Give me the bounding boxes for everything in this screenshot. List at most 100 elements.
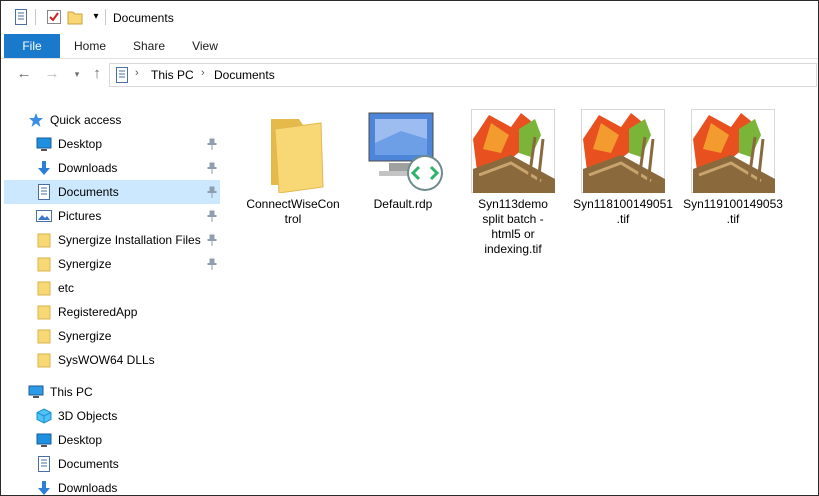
file-name: Syn113demo split batch - html5 or indexi… xyxy=(461,197,565,257)
tab-file[interactable]: File xyxy=(4,34,60,58)
nav-label: This PC xyxy=(50,385,93,399)
sidebar-item-label: SysWOW64 DLLs xyxy=(58,353,155,367)
file-name: Syn118100149051 .tif xyxy=(571,197,675,227)
sidebar-item-label: Synergize Installation Files xyxy=(58,233,201,247)
toolbar-separator xyxy=(35,9,36,25)
file-name-line: .tif xyxy=(726,212,740,226)
tab-view[interactable]: View xyxy=(179,34,231,58)
sidebar-item-label: Synergize xyxy=(58,257,112,271)
sidebar-item-desktop[interactable]: Desktop xyxy=(4,132,220,156)
sidebar-item-pictures[interactable]: Pictures xyxy=(4,204,220,228)
file-name-line: indexing.tif xyxy=(484,242,542,256)
breadcrumb-chevron-icon[interactable]: › xyxy=(135,67,139,79)
file-list-view: ConnectWiseCon trol Default.rdp Syn113de… xyxy=(224,101,818,495)
file-name: Default.rdp xyxy=(351,197,455,212)
file-explorer-window: ▾ Documents File Home Share View ← → ▾ ↑… xyxy=(0,0,819,496)
sidebar-item-downloads[interactable]: Downloads xyxy=(4,156,220,180)
pin-icon[interactable] xyxy=(207,138,217,150)
sidebar-item-synergize[interactable]: Synergize xyxy=(4,252,220,276)
sidebar-item-syswow64-dlls[interactable]: SysWOW64 DLLs xyxy=(4,348,220,372)
desktop-icon xyxy=(36,432,52,448)
pin-icon[interactable] xyxy=(207,258,217,270)
tab-share[interactable]: Share xyxy=(123,34,175,58)
nav-this-pc[interactable]: This PC xyxy=(4,380,220,404)
back-arrow-icon[interactable]: ← xyxy=(16,66,32,82)
up-arrow-icon[interactable]: ↑ xyxy=(89,66,105,82)
file-name-line: html5 or xyxy=(491,227,535,241)
file-name-line: Syn118100149051 xyxy=(573,197,673,211)
file-name: Syn119100149053 .tif xyxy=(681,197,785,227)
tab-home[interactable]: Home xyxy=(64,34,116,58)
forward-arrow-icon[interactable]: → xyxy=(44,66,60,82)
folder-icon xyxy=(36,352,52,368)
sidebar-item-label: Downloads xyxy=(58,161,118,175)
sidebar-item-documents[interactable]: Documents xyxy=(4,452,220,476)
title-bar: ▾ Documents xyxy=(1,1,818,34)
sidebar-item-label: Desktop xyxy=(58,137,103,151)
sidebar-item-label: RegisteredApp xyxy=(58,305,138,319)
breadcrumb-chevron-icon[interactable]: › xyxy=(201,67,205,79)
sidebar-item-etc[interactable]: etc xyxy=(4,276,220,300)
file-name-line: Syn113demo xyxy=(478,197,548,211)
remote-desktop-icon xyxy=(361,109,445,193)
sidebar-item-label: Documents xyxy=(58,185,119,199)
desktop-icon xyxy=(36,136,52,152)
folder-icon xyxy=(36,304,52,320)
nav-label: Quick access xyxy=(50,113,122,127)
folder-icon xyxy=(36,232,52,248)
sidebar-item-desktop[interactable]: Desktop xyxy=(4,428,220,452)
folder-icon xyxy=(36,256,52,272)
pin-icon[interactable] xyxy=(207,234,217,246)
customize-dropdown-icon[interactable]: ▾ xyxy=(88,9,104,25)
properties-icon[interactable] xyxy=(13,9,29,25)
folder-icon xyxy=(36,328,52,344)
sidebar-item-synergize-installation-files[interactable]: Synergize Installation Files xyxy=(4,228,220,252)
documents-icon xyxy=(36,456,52,472)
sidebar-item-downloads[interactable]: Downloads xyxy=(4,476,220,495)
file-name-line: ConnectWiseCon xyxy=(246,197,340,211)
file-name: ConnectWiseCon trol xyxy=(241,197,345,227)
nav-quick-access[interactable]: Quick access xyxy=(4,108,220,132)
image-thumbnail-icon xyxy=(471,109,555,194)
sidebar-item-label: etc xyxy=(58,281,75,295)
download-icon xyxy=(36,160,52,176)
star-icon xyxy=(28,112,44,128)
image-thumbnail-icon xyxy=(691,109,775,194)
3d-objects-icon xyxy=(36,408,52,424)
image-thumbnail-icon xyxy=(581,109,665,194)
sidebar-item-label: Desktop xyxy=(58,433,103,447)
sidebar-item-synergize[interactable]: Synergize xyxy=(4,324,220,348)
breadcrumb-this-pc[interactable]: This PC xyxy=(151,68,194,82)
ribbon-tabs: File Home Share View xyxy=(1,34,818,59)
window-title: Documents xyxy=(113,11,174,25)
download-icon xyxy=(36,480,52,495)
sidebar-item-label: Synergize xyxy=(58,329,112,343)
toolbar-separator xyxy=(105,9,106,25)
breadcrumb-documents[interactable]: Documents xyxy=(214,68,275,82)
navigation-bar: ← → ▾ ↑ › This PC › Documents xyxy=(1,59,818,89)
pictures-icon xyxy=(36,208,52,224)
sidebar-item-label: Downloads xyxy=(58,481,118,495)
folder-icon xyxy=(36,280,52,296)
sidebar-item-documents[interactable]: Documents xyxy=(4,180,220,204)
file-name-line: trol xyxy=(284,212,302,226)
folder-icon xyxy=(251,109,335,194)
pin-icon[interactable] xyxy=(207,210,217,222)
address-box[interactable]: › This PC › Documents xyxy=(109,63,817,87)
documents-icon xyxy=(115,67,129,86)
file-name-line: split batch - xyxy=(482,212,544,226)
computer-icon xyxy=(28,384,44,400)
sidebar-item-label: Pictures xyxy=(58,209,102,223)
checkmark-icon[interactable] xyxy=(46,9,62,25)
sidebar-item-3d-objects[interactable]: 3D Objects xyxy=(4,404,220,428)
pin-icon[interactable] xyxy=(207,162,217,174)
sidebar-item-label: Documents xyxy=(58,457,119,471)
file-name-line: Syn119100149053 xyxy=(683,197,783,211)
file-name-line: .tif xyxy=(616,212,630,226)
recent-locations-chevron-icon[interactable]: ▾ xyxy=(69,66,85,82)
sidebar-item-label: 3D Objects xyxy=(58,409,118,423)
pin-icon[interactable] xyxy=(207,186,217,198)
documents-icon xyxy=(36,184,52,200)
new-folder-icon[interactable] xyxy=(67,9,83,25)
sidebar-item-registeredapp[interactable]: RegisteredApp xyxy=(4,300,220,324)
